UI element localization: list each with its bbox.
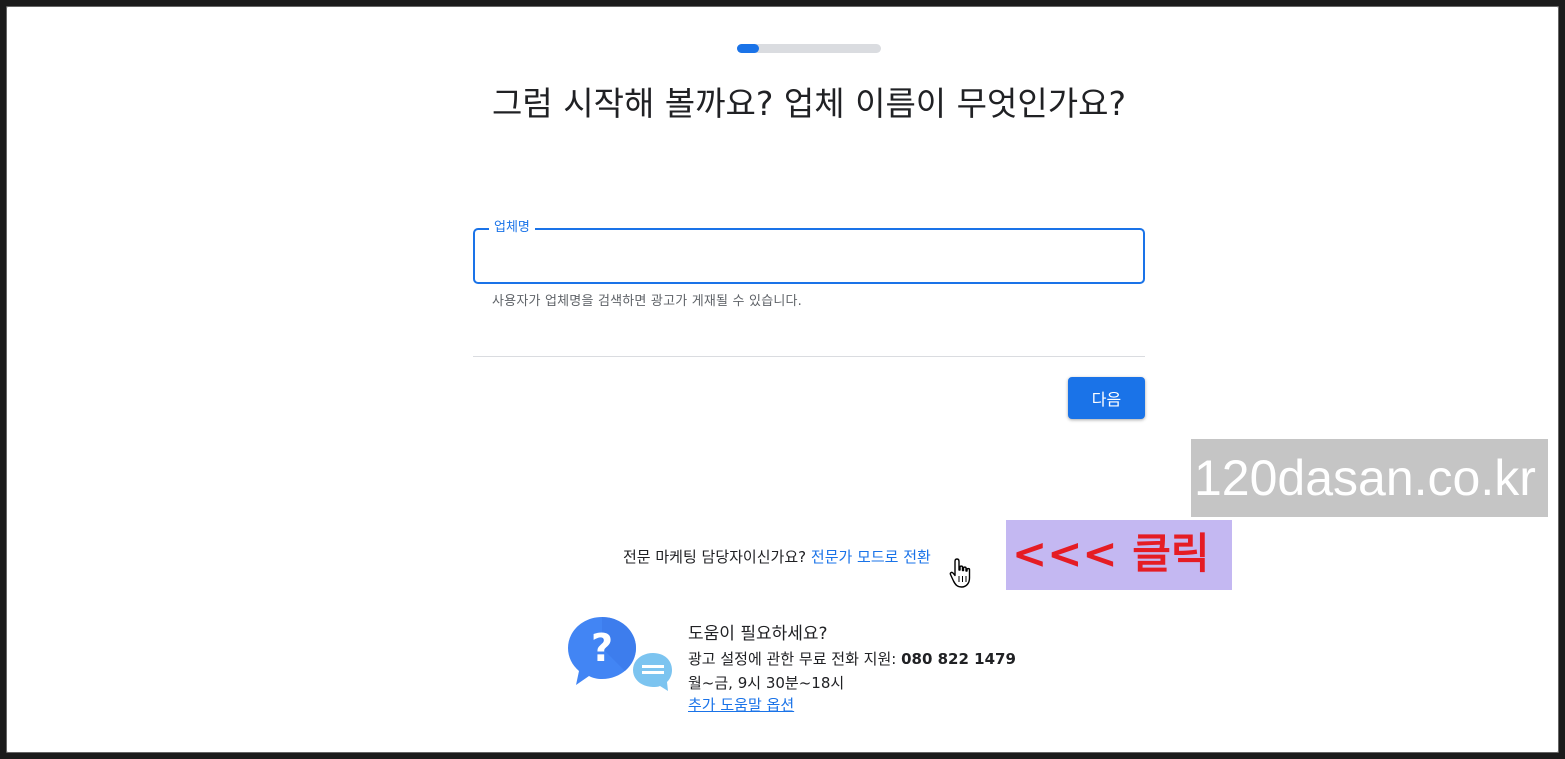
page-frame: 그럼 시작해 볼까요? 업체 이름이 무엇인가요? 업체명 사용자가 업체명을 … bbox=[6, 6, 1559, 753]
progress-bar-fill bbox=[737, 44, 759, 53]
click-annotation: <<< 클릭 bbox=[1006, 520, 1232, 590]
business-name-field[interactable]: 업체명 bbox=[473, 219, 1145, 284]
business-name-input[interactable] bbox=[489, 238, 1131, 274]
help-phone-prefix: 광고 설정에 관한 무료 전화 지원: bbox=[688, 650, 897, 668]
page-title: 그럼 시작해 볼까요? 업체 이름이 무엇인가요? bbox=[492, 84, 1126, 123]
expert-mode-link[interactable]: 전문가 모드로 전환 bbox=[811, 548, 931, 566]
expert-mode-question: 전문 마케팅 담당자이신가요? bbox=[623, 548, 807, 566]
svg-text:?: ? bbox=[591, 626, 613, 670]
hand-pointer-icon bbox=[949, 558, 971, 588]
help-bubble-icon: ? bbox=[568, 617, 672, 691]
more-help-link[interactable]: 추가 도움말 옵션 bbox=[688, 694, 794, 715]
help-title: 도움이 필요하세요? bbox=[688, 624, 828, 644]
progress-bar bbox=[737, 44, 881, 53]
business-name-helper: 사용자가 업체명을 검색하면 광고가 게재될 수 있습니다. bbox=[492, 294, 803, 309]
help-phone-number: 080 822 1479 bbox=[901, 650, 1016, 668]
help-phone-line: 광고 설정에 관한 무료 전화 지원: 080 822 1479 bbox=[688, 648, 1016, 669]
watermark: 120dasan.co.kr bbox=[1191, 439, 1548, 517]
next-button[interactable]: 다음 bbox=[1068, 377, 1145, 419]
expert-mode-prompt: 전문 마케팅 담당자이신가요? 전문가 모드로 전환 bbox=[623, 546, 931, 567]
divider bbox=[473, 356, 1145, 357]
business-name-label: 업체명 bbox=[489, 219, 535, 237]
help-hours: 월~금, 9시 30분~18시 bbox=[688, 674, 845, 692]
